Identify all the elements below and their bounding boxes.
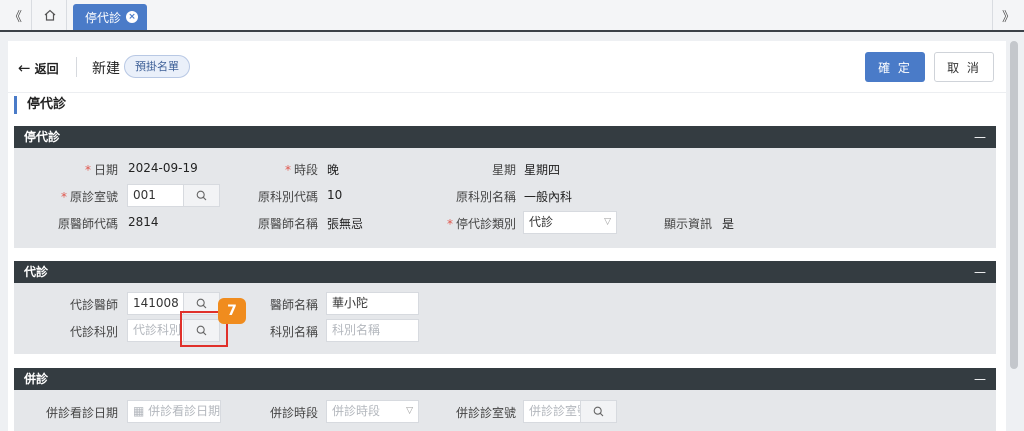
merge-date-input[interactable]: ▦ 併診看診日期 [127,400,221,423]
collapse-left-icon[interactable]: 《 [0,0,32,30]
room-input[interactable]: 001 [127,184,184,207]
calendar-icon: ▦ [133,404,149,418]
dept-name-label: 原科別名稱 [455,190,516,204]
doctor-name-input[interactable]: 華小陀 [326,292,419,315]
tab-stop-substitute[interactable]: 停代診 × [73,4,147,30]
divider [76,57,77,77]
cancel-button[interactable]: 取 消 [934,52,994,82]
collapse-icon[interactable]: — [974,126,986,148]
dept-name-label: 科別名稱 [269,325,318,339]
search-icon[interactable] [581,400,617,423]
section-header: 停代診 — [14,126,996,148]
search-icon[interactable] [184,184,220,207]
back-label: 返回 [34,61,59,76]
confirm-button[interactable]: 確 定 [865,52,925,82]
sub-dept-label: 代診科別 [69,325,118,339]
type-select[interactable]: 代診 ▽ [523,211,617,234]
display-info-value: 是 [722,217,735,231]
collapse-icon[interactable]: — [974,261,986,283]
section-title: 停代診 [24,130,61,144]
date-label: * 日期 [84,163,118,177]
dept-code-label: 原科別代碼 [257,190,318,204]
doctor-name-label: 原醫師名稱 [257,217,318,231]
preregistration-list-chip[interactable]: 預掛名單 [124,55,190,78]
type-select-value: 代診 [529,215,554,229]
collapse-right-icon[interactable]: 》 [992,0,1024,30]
vertical-scrollbar[interactable] [1010,41,1018,369]
section-header: 併診 — [14,368,996,390]
mode-label: 新建 [92,61,120,77]
merge-period-label: 併診時段 [269,406,318,420]
form-header: ← 返回 新建 預掛名單 確 定 取 消 [8,41,1006,93]
room-label: * 原診室號 [60,190,118,204]
dept-name-value: 一般內科 [524,190,573,204]
top-tab-bar: 《 停代診 × 》 [0,0,1024,32]
date-value: 2024-09-19 [128,161,198,175]
dept-code-value: 10 [327,188,343,202]
merge-date-label: 併診看診日期 [45,406,118,420]
weekday-value: 星期四 [524,163,561,177]
chevron-down-icon: ▽ [604,217,611,227]
step-badge: 7 [218,298,246,324]
sub-dept-input[interactable]: 代診科別 [127,319,184,342]
type-label: * 停代診類別 [446,217,516,231]
sub-doctor-label: 代診醫師 [69,298,118,312]
merge-room-input[interactable]: 併診診室號 [523,400,581,423]
doctor-code-value: 2814 [128,215,159,229]
home-icon[interactable] [33,0,67,30]
main-panel: ← 返回 新建 預掛名單 確 定 取 消 停代診 停代診 — 代診 — 併診 — [8,41,1006,431]
sub-doctor-input[interactable]: 141008 [127,292,184,315]
section-title: 併診 [24,372,49,386]
tab-label: 停代診 [85,10,122,25]
weekday-label: 星期 [491,163,516,177]
collapse-icon[interactable]: — [974,368,986,390]
arrow-left-icon: ← [18,59,31,77]
doctor-name-value: 張無忌 [327,217,364,231]
display-info-label: 顯示資訊 [663,217,712,231]
merge-period-select[interactable]: 併診時段 ▽ [326,400,419,423]
doctor-name-label: 醫師名稱 [269,298,318,312]
section-header: 代診 — [14,261,996,283]
period-value: 晚 [327,163,340,177]
period-label: * 時段 [284,163,318,177]
page-title: 停代診 [14,96,66,114]
dept-name-input[interactable]: 科別名稱 [326,319,419,342]
merge-room-label: 併診診室號 [455,406,516,420]
doctor-code-label: 原醫師代碼 [57,217,118,231]
close-icon[interactable]: × [126,11,139,23]
chevron-down-icon: ▽ [406,406,413,416]
back-button[interactable]: ← 返回 [18,59,59,77]
section-title: 代診 [24,265,49,279]
